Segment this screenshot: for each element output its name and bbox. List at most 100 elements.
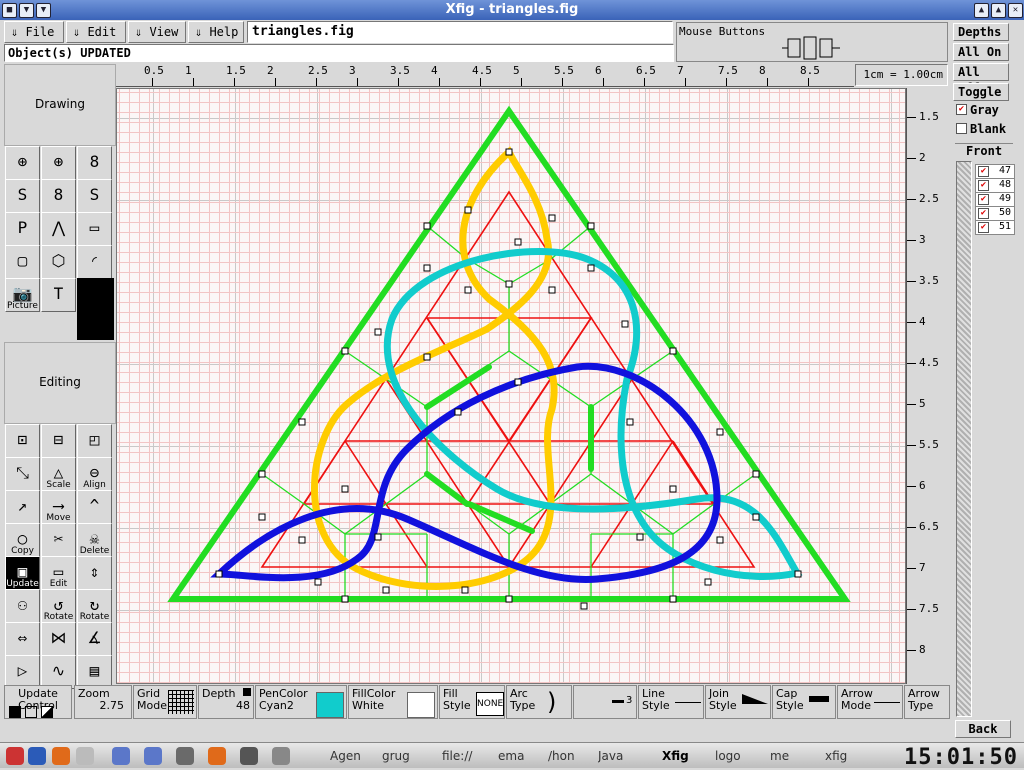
tool-arc[interactable]: ◜ bbox=[77, 245, 112, 279]
gray-checkbox[interactable]: ✔ bbox=[956, 104, 967, 115]
blank-option[interactable]: ✔Blank bbox=[954, 122, 1014, 140]
depth-row[interactable]: ✔ 50 bbox=[975, 206, 1015, 221]
workspace-1-icon[interactable] bbox=[112, 747, 130, 765]
taskbar-item[interactable]: me bbox=[770, 747, 822, 765]
line-style-indicator[interactable]: Line Style bbox=[638, 685, 704, 719]
tool-edit[interactable]: ▭ Edit bbox=[41, 556, 76, 590]
taskbar-item[interactable]: logo bbox=[715, 747, 767, 765]
update-control-icons[interactable] bbox=[9, 706, 69, 718]
taskbar-item[interactable]: ema bbox=[498, 747, 546, 765]
fill-color-indicator[interactable]: FillColor White bbox=[348, 685, 438, 719]
depth-checkbox[interactable]: ✔ bbox=[978, 166, 989, 177]
browser-icon[interactable] bbox=[28, 747, 46, 765]
tool-flip[interactable]: ⇕ bbox=[77, 556, 112, 590]
taskbar-item[interactable]: Xfig bbox=[662, 747, 714, 765]
zoom-indicator[interactable]: Zoom 2.75 bbox=[74, 685, 132, 719]
depth-checkbox[interactable]: ✔ bbox=[978, 180, 989, 191]
tool-box[interactable]: ▭ bbox=[77, 212, 112, 246]
tool-picture[interactable]: 📷 Picture bbox=[5, 278, 40, 312]
tool-update[interactable]: ▣ Update bbox=[5, 556, 40, 590]
all-off-button[interactable]: All Off bbox=[953, 63, 1009, 95]
tool-hatch[interactable]: ▤ bbox=[77, 655, 112, 689]
workspace-2-icon[interactable] bbox=[144, 747, 162, 765]
depth-scrollbar[interactable] bbox=[956, 161, 972, 717]
depth-checkbox[interactable]: ✔ bbox=[978, 194, 989, 205]
depth-row[interactable]: ✔ 51 bbox=[975, 220, 1015, 235]
depths-button[interactable]: Depths bbox=[953, 23, 1009, 41]
minimize-button-icon[interactable]: ▲ bbox=[974, 3, 989, 18]
depth-checkbox[interactable]: ✔ bbox=[978, 222, 989, 233]
drive-icon[interactable] bbox=[272, 747, 290, 765]
tool-convert[interactable]: ▷ bbox=[5, 655, 40, 689]
arc-type-indicator[interactable]: Arc Type ) bbox=[506, 685, 572, 719]
menu-file[interactable]: ⇓ File bbox=[4, 21, 64, 43]
tool-rotate-cw[interactable]: ↻ Rotate bbox=[77, 589, 112, 623]
update-control[interactable]: Update Control bbox=[4, 685, 72, 719]
tool-cut[interactable]: ✂ bbox=[41, 523, 76, 557]
tool-rounded-box[interactable]: ▢ bbox=[5, 245, 40, 279]
pen-color-indicator[interactable]: PenColor Cyan2 bbox=[255, 685, 347, 719]
cap-style-indicator[interactable]: Cap Style bbox=[772, 685, 836, 719]
tool-align[interactable]: ⊖ Align bbox=[77, 457, 112, 491]
blank-checkbox[interactable]: ✔ bbox=[956, 123, 967, 134]
depth-indicator[interactable]: Depth 48 bbox=[198, 685, 254, 719]
units-indicator[interactable]: 1cm = 1.00cm bbox=[855, 64, 948, 86]
depth-row[interactable]: ✔ 48 bbox=[975, 178, 1015, 193]
tool-measure[interactable]: ∡ bbox=[77, 622, 112, 656]
tool-glue[interactable]: ⊡ bbox=[5, 424, 40, 458]
terminal-icon[interactable] bbox=[176, 747, 194, 765]
taskbar-item[interactable]: grug bbox=[382, 747, 440, 765]
maximize-icon[interactable]: ▲ bbox=[991, 3, 1006, 18]
taskbar-item[interactable]: Agen bbox=[330, 747, 380, 765]
tool-delete[interactable]: ☠ Delete bbox=[77, 523, 112, 557]
tool-flip-horizontal[interactable]: ⇔ bbox=[5, 622, 40, 656]
tool-regular-polygon[interactable]: ⬡ bbox=[41, 245, 76, 279]
tool-move[interactable]: ⟶ Move bbox=[41, 490, 76, 524]
files-icon[interactable] bbox=[76, 747, 94, 765]
tool-flip-vertical[interactable]: ⋈ bbox=[41, 622, 76, 656]
arrow-type-indicator[interactable]: Arrow Type bbox=[904, 685, 950, 719]
tool-move-point[interactable]: ↗ bbox=[5, 490, 40, 524]
tool-break[interactable]: ⊟ bbox=[41, 424, 76, 458]
monitor-icon[interactable] bbox=[240, 747, 258, 765]
menu-help[interactable]: ⇓ Help bbox=[188, 21, 244, 43]
tool-copy[interactable]: ○ Copy bbox=[5, 523, 40, 557]
firefox-icon[interactable] bbox=[52, 747, 70, 765]
tool-text[interactable]: T bbox=[41, 278, 76, 312]
depth-row[interactable]: ✔ 47 bbox=[975, 164, 1015, 179]
filename-field[interactable]: triangles.fig bbox=[247, 21, 673, 43]
tool-circle-diameter[interactable]: ⊕ bbox=[41, 146, 76, 180]
join-style-indicator[interactable]: Join Style bbox=[705, 685, 771, 719]
tool-smart-scale[interactable]: ⤡ bbox=[5, 457, 40, 491]
taskbar-item[interactable]: /hon bbox=[548, 747, 596, 765]
grid-mode-indicator[interactable]: Grid Mode bbox=[133, 685, 197, 719]
close-icon[interactable]: ✕ bbox=[1008, 3, 1023, 18]
tool-spline-interp[interactable]: S bbox=[77, 179, 112, 213]
menu-view[interactable]: ⇓ View bbox=[128, 21, 186, 43]
tool-spline-closed[interactable]: 8 bbox=[41, 179, 76, 213]
taskbar-item[interactable]: Java bbox=[598, 747, 658, 765]
tool-add-point[interactable]: ^ bbox=[77, 490, 112, 524]
tool-spline-convert[interactable]: ∿ bbox=[41, 655, 76, 689]
tool-scale[interactable]: △ Scale bbox=[41, 457, 76, 491]
arrow-mode-indicator[interactable]: Arrow Mode bbox=[837, 685, 903, 719]
taskbar-item[interactable]: xfig bbox=[825, 747, 885, 765]
toggle-button[interactable]: Toggle bbox=[953, 83, 1009, 101]
tool-polyline[interactable]: P bbox=[5, 212, 40, 246]
menu-edit[interactable]: ⇓ Edit bbox=[66, 21, 126, 43]
depth-checkbox[interactable]: ✔ bbox=[978, 208, 989, 219]
tool-rotate-ccw[interactable]: ↺ Rotate bbox=[41, 589, 76, 623]
tool-polygon[interactable]: ⋀ bbox=[41, 212, 76, 246]
depth-row[interactable]: ✔ 49 bbox=[975, 192, 1015, 207]
line-width-indicator[interactable]: 3 bbox=[573, 685, 637, 719]
fill-style-indicator[interactable]: Fill Style NONE bbox=[439, 685, 505, 719]
tool-anchor[interactable]: ⚇ bbox=[5, 589, 40, 623]
gray-option[interactable]: ✔ Gray bbox=[954, 103, 1014, 121]
all-on-button[interactable]: All On bbox=[953, 43, 1009, 61]
tool-circle-radius[interactable]: ⊕ bbox=[5, 146, 40, 180]
taskbar-item[interactable]: file:// bbox=[442, 747, 496, 765]
drawing-canvas[interactable] bbox=[116, 88, 906, 684]
back-button[interactable]: Back bbox=[955, 720, 1011, 738]
logout-icon[interactable] bbox=[6, 747, 24, 765]
firefox-task-icon[interactable] bbox=[208, 747, 226, 765]
